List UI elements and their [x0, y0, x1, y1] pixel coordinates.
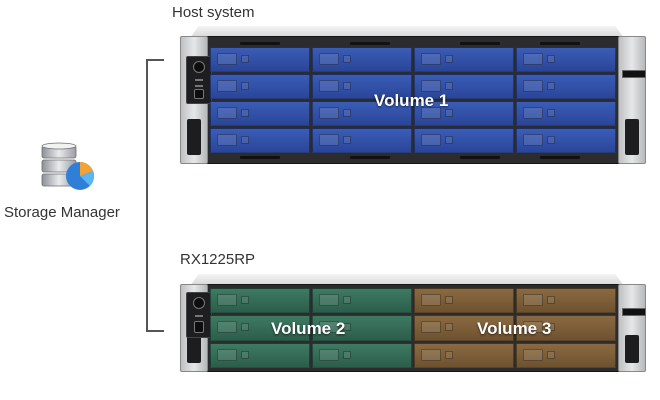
host-drive-bay — [210, 47, 310, 72]
host-system-label: Host system — [172, 4, 255, 21]
expansion-right-ear — [618, 284, 646, 372]
expansion-drive-bay — [210, 342, 310, 368]
expansion-drive-bay — [414, 288, 514, 314]
volume-1-label: Volume 1 — [374, 91, 449, 110]
host-right-ear — [618, 36, 646, 164]
host-drive-bay — [516, 101, 616, 126]
expansion-drive-bay — [312, 342, 412, 368]
volume-2-label: Volume 2 — [271, 319, 346, 338]
expansion-control-panel — [186, 292, 212, 338]
host-drive-bay — [516, 128, 616, 153]
host-control-panel — [186, 56, 212, 104]
expansion-drive-bay — [516, 288, 616, 314]
expansion-drive-bay — [312, 288, 412, 314]
storage-manager-label: Storage Manager — [4, 204, 120, 221]
expansion-drive-bay — [516, 342, 616, 368]
host-drive-bay — [414, 47, 514, 72]
host-drive-bay — [210, 74, 310, 99]
host-drive-bay — [312, 128, 412, 153]
host-drive-bay — [516, 47, 616, 72]
expansion-drive-bay — [210, 288, 310, 314]
expansion-unit-label: RX1225RP — [180, 251, 256, 268]
volume-3-label: Volume 3 — [477, 319, 552, 338]
host-drive-bay — [312, 47, 412, 72]
host-model-tag — [622, 70, 646, 78]
host-drive-bay — [210, 128, 310, 153]
host-drive-bay — [516, 74, 616, 99]
host-drive-bay — [414, 128, 514, 153]
expansion-model-tag — [622, 308, 646, 316]
connector-bracket — [146, 59, 164, 332]
host-drive-bay — [210, 101, 310, 126]
storage-manager-icon — [41, 142, 95, 190]
expansion-drive-bay — [414, 342, 514, 368]
